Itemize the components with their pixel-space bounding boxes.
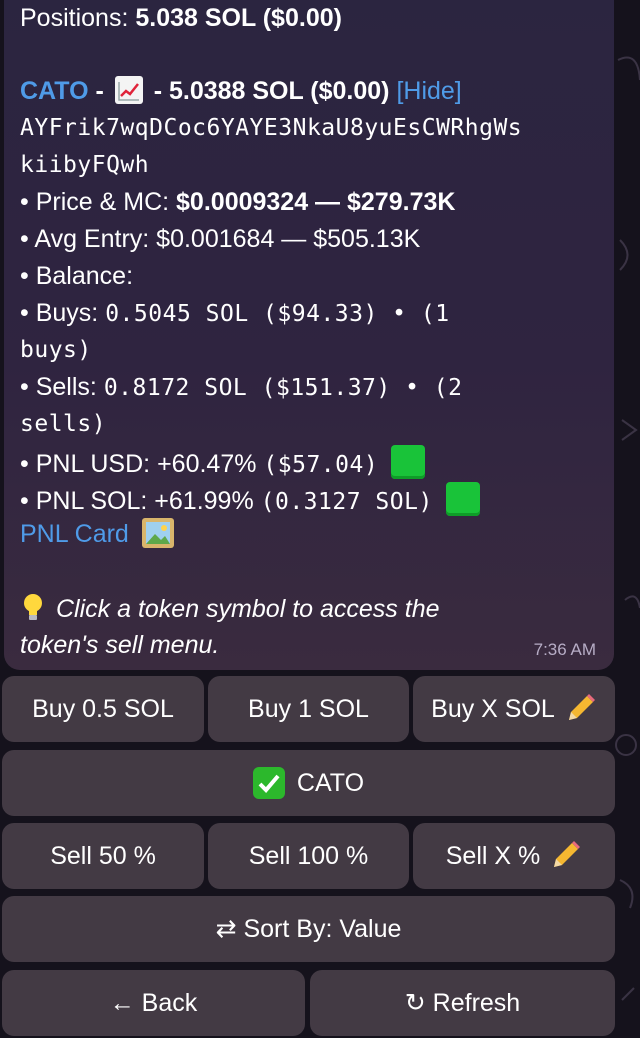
balance-label: Balance:	[35, 262, 134, 290]
pnl-sol-line: • PNL SOL: +61.99% (0.3127 SOL)	[20, 482, 480, 518]
pnl-card-link[interactable]: PNL Card	[20, 520, 129, 548]
pencil-icon	[563, 692, 597, 726]
balance-line: • Balance:	[20, 260, 133, 292]
button-label: ⇄ Sort By: Value	[215, 915, 402, 943]
sort-by-button[interactable]: ⇄ Sort By: Value	[2, 896, 615, 962]
back-button[interactable]: ← Back	[2, 970, 305, 1036]
button-label: ↻ Refresh	[404, 989, 521, 1017]
green-square-icon	[445, 482, 480, 516]
pnl-usd-percent: +60.47%	[157, 450, 257, 478]
button-label: Buy 1 SOL	[248, 694, 369, 723]
pnl-sol-label: PNL SOL:	[35, 487, 148, 515]
token-cato-button[interactable]: CATO	[2, 750, 615, 816]
buys-continuation: buys)	[20, 337, 92, 363]
sells-label: Sells:	[35, 373, 97, 401]
button-label: CATO	[296, 768, 365, 797]
button-label: Buy X SOL	[431, 694, 555, 723]
pnl-card-line: PNL Card	[20, 518, 174, 550]
price-value: $0.0009324 — $279.73K	[176, 188, 456, 216]
sells-value: 0.8172 SOL ($151.37) • (2	[103, 375, 463, 401]
positions-value: 5.038 SOL ($0.00)	[135, 4, 342, 32]
token-address-line1: AYFrik7wqDCoc6YAYE3NkaU8yuEsCWRhgWs	[20, 115, 523, 141]
avg-entry-value: $0.001684 — $505.13K	[156, 225, 421, 253]
green-square-icon	[391, 445, 426, 479]
separator: -	[146, 77, 169, 105]
sells-line: • Sells: 0.8172 SOL ($151.37) • (2	[20, 371, 463, 404]
bullet: •	[20, 225, 29, 253]
buys-line: • Buys: 0.5045 SOL ($94.33) • (1	[20, 297, 450, 330]
bullet: •	[20, 262, 29, 290]
refresh-button[interactable]: ↻ Refresh	[310, 970, 615, 1036]
button-label: ← Back	[109, 988, 198, 1017]
check-mark-button-icon	[252, 767, 285, 799]
bullet: •	[20, 299, 29, 327]
token-header-line: CATO - - 5.0388 SOL ($0.00) [Hide]	[20, 75, 462, 107]
avg-entry-label: Avg Entry:	[34, 225, 150, 253]
buy-0.5-sol-button[interactable]: Buy 0.5 SOL	[2, 676, 204, 742]
sells-continuation: sells)	[20, 411, 107, 437]
sell-x-percent-button[interactable]: Sell X %	[413, 823, 615, 889]
bullet: •	[20, 487, 29, 515]
buys-label: Buys:	[35, 299, 99, 327]
buys-value: 0.5045 SOL ($94.33) • (1	[105, 301, 450, 327]
token-address-line2: kiibyFQwh	[20, 152, 150, 178]
positions-line: Positions: 5.038 SOL ($0.00)	[20, 2, 342, 34]
positions-label: Positions:	[20, 4, 129, 32]
light-bulb-icon	[20, 592, 46, 622]
pencil-icon	[548, 839, 582, 873]
pnl-sol-value: (0.3127 SOL)	[260, 489, 433, 515]
hide-link[interactable]: [Hide]	[396, 77, 461, 105]
price-label: Price & MC:	[35, 188, 170, 216]
sell-50-percent-button[interactable]: Sell 50 %	[2, 823, 204, 889]
pnl-usd-value: ($57.04)	[263, 452, 379, 478]
hint-text-line2: token's sell menu.	[20, 631, 220, 659]
token-value: 5.0388 SOL ($0.00)	[168, 77, 390, 105]
hint-line1: Click a token symbol to access the	[20, 592, 440, 625]
button-label: Sell 100 %	[248, 841, 369, 870]
button-label: Sell 50 %	[50, 841, 156, 870]
buy-1-sol-button[interactable]: Buy 1 SOL	[208, 676, 409, 742]
bullet: •	[20, 188, 29, 216]
pnl-usd-line: • PNL USD: +60.47% ($57.04)	[20, 445, 426, 481]
avg-entry-line: • Avg Entry: $0.001684 — $505.13K	[20, 223, 420, 255]
button-label: Buy 0.5 SOL	[32, 694, 174, 723]
chart-increasing-icon	[114, 76, 143, 104]
price-line: • Price & MC: $0.0009324 — $279.73K	[20, 186, 455, 218]
bullet: •	[20, 450, 29, 478]
pnl-usd-label: PNL USD:	[35, 450, 151, 478]
token-symbol-link[interactable]: CATO	[20, 77, 89, 105]
bullet: •	[20, 373, 29, 401]
message-bubble: Positions: 5.038 SOL ($0.00) CATO - - 5.…	[4, 0, 614, 670]
buy-x-sol-button[interactable]: Buy X SOL	[413, 676, 615, 742]
pnl-sol-percent: +61.99%	[154, 487, 254, 515]
hint-text-line1: Click a token symbol to access the	[56, 595, 440, 623]
separator: -	[88, 77, 111, 105]
sell-100-percent-button[interactable]: Sell 100 %	[208, 823, 409, 889]
framed-picture-icon	[141, 518, 174, 548]
message-timestamp: 7:36 AM	[533, 640, 596, 659]
button-label: Sell X %	[445, 841, 541, 870]
